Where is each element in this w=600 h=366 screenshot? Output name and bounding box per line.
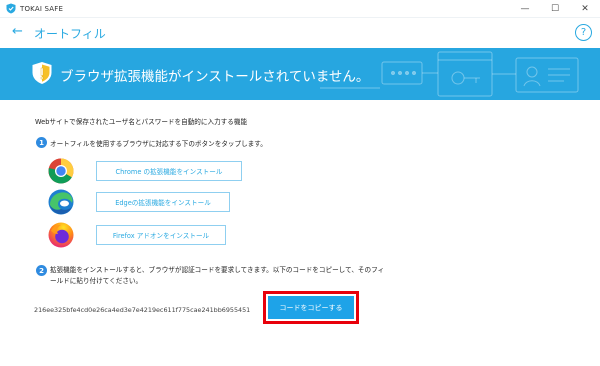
firefox-install-row: Firefox アドオンをインストール bbox=[48, 222, 226, 248]
title-bar: TOKAI SAFE — ☐ ✕ bbox=[0, 0, 600, 18]
firefox-icon bbox=[48, 222, 74, 248]
install-edge-extension-button[interactable]: Edgeの拡張機能をインストール bbox=[96, 192, 230, 212]
help-icon[interactable]: ? bbox=[575, 24, 592, 41]
page-title: オートフィル bbox=[34, 27, 106, 41]
feature-description: Webサイトで保存されたユーザ名とパスワードを自動的に入力する機能 bbox=[35, 118, 248, 126]
step-2-instruction: 拡張機能をインストールすると、ブラウザが認証コードを要求してきます。以下のコード… bbox=[50, 266, 385, 285]
step-2-badge: 2 bbox=[36, 265, 47, 276]
back-arrow-icon[interactable]: ← bbox=[12, 25, 23, 39]
shield-warning-icon bbox=[32, 62, 52, 84]
warning-banner: ブラウザ拡張機能がインストールされていません。 bbox=[0, 48, 600, 100]
chrome-icon bbox=[48, 158, 74, 184]
minimize-button[interactable]: — bbox=[510, 0, 540, 18]
window-controls: — ☐ ✕ bbox=[510, 0, 600, 18]
copy-code-button[interactable]: コードをコピーする bbox=[268, 296, 354, 319]
install-chrome-extension-button[interactable]: Chrome の拡張機能をインストール bbox=[96, 161, 242, 181]
step-1-badge: 1 bbox=[36, 137, 47, 148]
edge-icon bbox=[48, 189, 74, 215]
tokai-safe-logo-icon bbox=[6, 3, 16, 14]
step-1-instruction: オートフィルを使用するブラウザに対応する下のボタンをタップします。 bbox=[50, 140, 267, 148]
maximize-button[interactable]: ☐ bbox=[540, 0, 570, 18]
page-header: ← オートフィル ? bbox=[0, 18, 600, 48]
banner-message: ブラウザ拡張機能がインストールされていません。 bbox=[60, 69, 370, 85]
app-title: TOKAI SAFE bbox=[20, 4, 64, 13]
chrome-install-row: Chrome の拡張機能をインストール bbox=[48, 158, 242, 184]
main-content: Webサイトで保存されたユーザ名とパスワードを自動的に入力する機能 1 オートフ… bbox=[0, 100, 600, 366]
install-firefox-addon-button[interactable]: Firefox アドオンをインストール bbox=[96, 225, 226, 245]
close-button[interactable]: ✕ bbox=[570, 0, 600, 18]
auth-code-field[interactable]: 216ee325bfe4cd0e26ca4ed3e7e4219ec611f775… bbox=[34, 303, 266, 316]
edge-install-row: Edgeの拡張機能をインストール bbox=[48, 189, 230, 215]
